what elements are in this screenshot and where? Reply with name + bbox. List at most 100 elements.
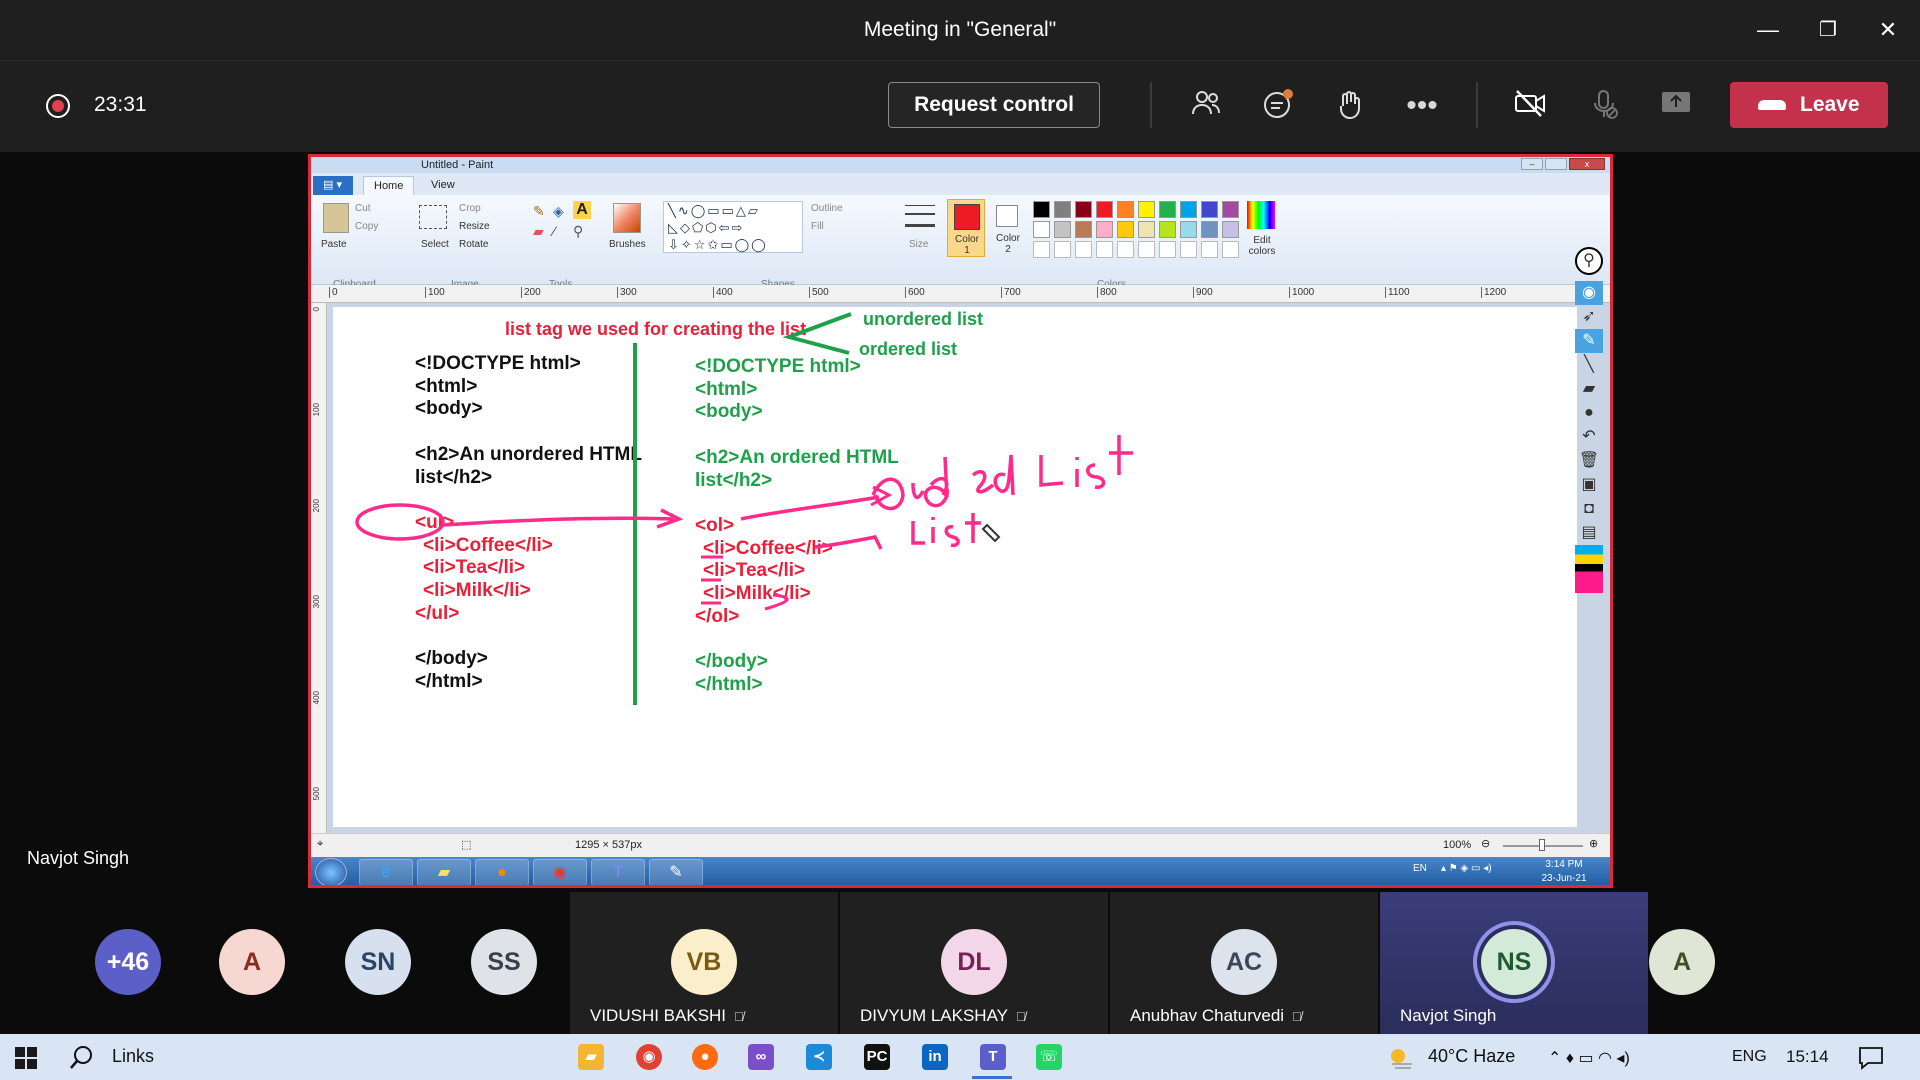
- linkedin-icon[interactable]: in: [922, 1044, 948, 1070]
- paint-minimize-icon[interactable]: –: [1521, 158, 1543, 170]
- palette-swatch[interactable]: [1222, 201, 1239, 218]
- chat-icon[interactable]: [1258, 88, 1298, 124]
- windows-start-icon[interactable]: [14, 1046, 38, 1070]
- participant-avatar[interactable]: SS: [471, 929, 537, 995]
- palette-empty-swatch[interactable]: [1117, 241, 1134, 258]
- palette-empty-swatch[interactable]: [1033, 241, 1050, 258]
- trash-icon[interactable]: 🗑: [1575, 449, 1603, 473]
- tools-palette[interactable]: ✎ ◈ A ▰ ⁄ ⚲: [533, 201, 593, 243]
- participant-avatar[interactable]: SN: [345, 929, 411, 995]
- language-indicator[interactable]: ENG: [1732, 1048, 1767, 1066]
- close-button[interactable]: ✕: [1868, 12, 1908, 48]
- participant-avatar[interactable]: VB: [671, 929, 737, 995]
- visual-studio-icon[interactable]: ∞: [748, 1044, 774, 1070]
- pen-color-swatch[interactable]: [1575, 545, 1603, 593]
- color-picker-icon[interactable]: ⁄: [553, 223, 555, 239]
- palette-swatch[interactable]: [1117, 201, 1134, 218]
- pen-icon[interactable]: ✎: [1575, 329, 1603, 353]
- palette-swatch[interactable]: [1054, 201, 1071, 218]
- palette-empty-swatch[interactable]: [1222, 241, 1239, 258]
- palette-swatch[interactable]: [1138, 221, 1155, 238]
- palette-empty-swatch[interactable]: [1180, 241, 1197, 258]
- whatsapp-icon[interactable]: ☏: [1036, 1044, 1062, 1070]
- camera-icon[interactable]: ◘: [1575, 497, 1603, 521]
- ie-icon[interactable]: e: [359, 859, 413, 885]
- mic-off-icon[interactable]: [1584, 88, 1624, 124]
- clipboard-icon[interactable]: ▤: [1575, 521, 1603, 545]
- crop-button[interactable]: Crop: [459, 203, 481, 214]
- participant-avatar[interactable]: +46: [95, 929, 161, 995]
- zoom-out-icon[interactable]: ⊖: [1481, 837, 1490, 850]
- fill-icon[interactable]: ◈: [553, 203, 564, 220]
- leave-button[interactable]: Leave: [1730, 82, 1888, 128]
- pin-icon[interactable]: ⚲: [1575, 247, 1603, 275]
- clock[interactable]: 15:14: [1786, 1047, 1829, 1067]
- brushes-icon[interactable]: [613, 203, 641, 233]
- select-icon[interactable]: [419, 205, 447, 229]
- palette-swatch[interactable]: [1096, 201, 1113, 218]
- palette-swatch[interactable]: [1117, 221, 1134, 238]
- camera-off-icon[interactable]: [1510, 88, 1550, 124]
- raise-hand-icon[interactable]: [1330, 88, 1370, 124]
- palette-swatch[interactable]: [1201, 221, 1218, 238]
- cut-button[interactable]: Cut: [355, 203, 371, 214]
- participant-avatar[interactable]: A: [1649, 929, 1715, 995]
- pointer-icon[interactable]: ➶: [1575, 305, 1603, 329]
- palette-swatch[interactable]: [1180, 221, 1197, 238]
- teams-icon[interactable]: T: [591, 859, 645, 885]
- eraser-tool-icon[interactable]: ▰: [1575, 377, 1603, 401]
- participant-avatar[interactable]: NS: [1481, 929, 1547, 995]
- eye-icon[interactable]: ◉: [1575, 281, 1603, 305]
- eraser-icon[interactable]: ▰: [533, 223, 544, 240]
- paint-close-icon[interactable]: x: [1569, 158, 1605, 170]
- paint-canvas[interactable]: list tag we used for creating the list u…: [333, 307, 1577, 827]
- palette-swatch[interactable]: [1033, 201, 1050, 218]
- tab-view[interactable]: View: [421, 176, 465, 195]
- paint-app-icon[interactable]: ✎: [649, 859, 703, 885]
- palette-swatch[interactable]: [1222, 221, 1239, 238]
- size-icon[interactable]: [905, 205, 935, 227]
- tab-home[interactable]: Home: [363, 176, 415, 195]
- palette-swatch[interactable]: [1201, 201, 1218, 218]
- firefox-icon[interactable]: ●: [475, 859, 529, 885]
- palette-swatch[interactable]: [1054, 221, 1071, 238]
- shapes-gallery[interactable]: ╲∿◯▭▭△▱ ◺◇⬠⬡⇦⇨ ⇩✧☆✩▭◯◯: [663, 201, 803, 253]
- palette-swatch[interactable]: [1096, 221, 1113, 238]
- chrome-icon[interactable]: ◉: [533, 859, 587, 885]
- palette-empty-swatch[interactable]: [1054, 241, 1071, 258]
- palette-swatch[interactable]: [1033, 221, 1050, 238]
- palette-empty-swatch[interactable]: [1138, 241, 1155, 258]
- palette-swatch[interactable]: [1138, 201, 1155, 218]
- palette-empty-swatch[interactable]: [1159, 241, 1176, 258]
- people-icon[interactable]: [1186, 88, 1226, 124]
- share-icon[interactable]: [1656, 88, 1696, 124]
- more-icon[interactable]: •••: [1402, 88, 1442, 124]
- zoom-in-icon[interactable]: ⊕: [1589, 837, 1598, 850]
- notifications-icon[interactable]: [1858, 1046, 1884, 1070]
- palette-empty-swatch[interactable]: [1096, 241, 1113, 258]
- teams-taskbar-icon[interactable]: T: [980, 1044, 1006, 1070]
- magnifier-icon[interactable]: ⚲: [573, 223, 583, 240]
- edit-colors-icon[interactable]: [1247, 201, 1275, 229]
- win7-start-icon[interactable]: [315, 858, 347, 885]
- pycharm-icon[interactable]: PC: [864, 1044, 890, 1070]
- palette-empty-swatch[interactable]: [1201, 241, 1218, 258]
- file-menu-button[interactable]: ▤ ▾: [313, 176, 353, 195]
- color2-button[interactable]: Color 2: [989, 199, 1027, 257]
- rotate-button[interactable]: Rotate: [459, 239, 488, 250]
- whiteboard-icon[interactable]: ▣: [1575, 473, 1603, 497]
- palette-swatch[interactable]: [1075, 221, 1092, 238]
- palette-swatch[interactable]: [1159, 201, 1176, 218]
- participant-avatar[interactable]: A: [219, 929, 285, 995]
- zoom-slider-thumb[interactable]: [1539, 839, 1545, 851]
- undo-icon[interactable]: ↶: [1575, 425, 1603, 449]
- dot-icon[interactable]: ●: [1575, 401, 1603, 425]
- vscode-icon[interactable]: ≺: [806, 1044, 832, 1070]
- palette-swatch[interactable]: [1159, 221, 1176, 238]
- text-icon[interactable]: A: [573, 201, 591, 219]
- pencil-icon[interactable]: ✎: [533, 203, 545, 220]
- line-icon[interactable]: ╲: [1575, 353, 1603, 377]
- weather-text[interactable]: 40°C Haze: [1428, 1046, 1515, 1067]
- fill-button[interactable]: Fill: [811, 221, 824, 232]
- participant-avatar[interactable]: DL: [941, 929, 1007, 995]
